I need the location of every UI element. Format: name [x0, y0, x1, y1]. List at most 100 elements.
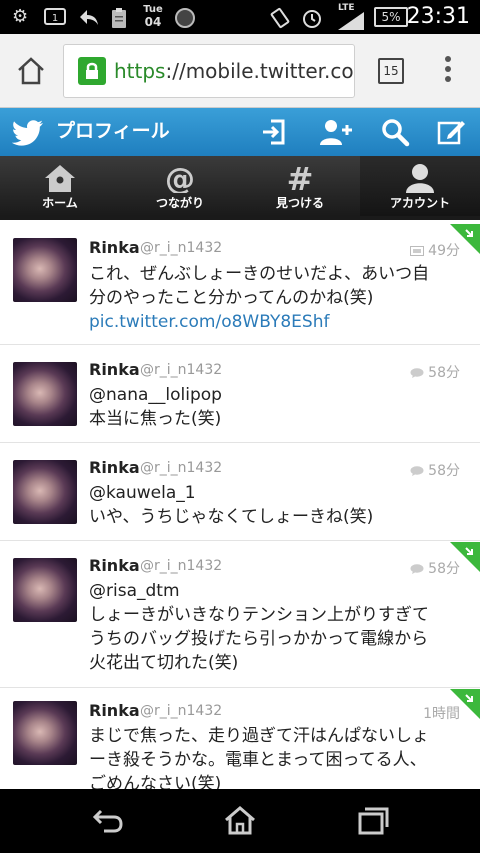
- home-icon[interactable]: [223, 805, 257, 835]
- alarm-clock-icon: [300, 7, 324, 34]
- person-icon: [406, 164, 434, 193]
- hash-icon: #: [287, 163, 314, 193]
- signal-icon: [336, 12, 366, 35]
- tweet-text: まじで焦った、走り過ぎて汗はんぱないしょ ーき殺そうかな。電車とまって困ってる人…: [89, 724, 467, 789]
- tab-connect-label: つながり: [155, 196, 204, 210]
- retweet-corner-icon: [450, 224, 480, 254]
- tweet-author-name[interactable]: Rinka: [89, 238, 140, 257]
- recent-apps-icon[interactable]: [356, 805, 390, 835]
- compose-tweet-icon[interactable]: [436, 117, 466, 147]
- tweet-author-name[interactable]: Rinka: [89, 701, 140, 720]
- url-path: ://mobile.twitter.com/r: [165, 59, 354, 83]
- tab-discover-label: 見つける: [275, 196, 324, 210]
- reply-bubble-icon: [410, 466, 424, 476]
- photo-icon: [410, 246, 425, 256]
- avatar[interactable]: [13, 558, 77, 622]
- tweet-item[interactable]: Rinka @r_i_n1432 49分 これ、ぜんぶしょーきのせいだよ、あいつ…: [0, 220, 480, 345]
- notification-badge-icon: 1: [44, 7, 66, 32]
- main-nav: ホーム @ つながり # 見つける アカウント: [0, 156, 480, 216]
- calendar-day: Tue 04: [142, 4, 164, 28]
- avatar[interactable]: [13, 362, 77, 426]
- browser-home-icon[interactable]: [16, 56, 46, 86]
- tweet-link[interactable]: pic.twitter.com/o8WBY8EShf: [89, 310, 467, 334]
- status-bar: ⚙ 1 Tue 04 LTE 5% 23:31: [0, 0, 480, 34]
- tweet-item[interactable]: Rinka @r_i_n1432 58分 @risa_dtm しょーきがいきなり…: [0, 542, 480, 688]
- lock-icon: [78, 57, 106, 85]
- tweet-text: @nana__lolipop 本当に焦った(笑): [89, 383, 467, 431]
- add-user-icon[interactable]: [318, 117, 354, 147]
- tab-account-label: アカウント: [389, 196, 450, 210]
- tab-account[interactable]: アカウント: [360, 156, 480, 216]
- tweet-author-handle[interactable]: @r_i_n1432: [140, 703, 222, 719]
- tweet-text: これ、ぜんぶしょーきのせいだよ、あいつ自 分のやったこと分かってんのかね(笑) …: [89, 262, 467, 334]
- url-text: https://mobile.twitter.com/r: [114, 59, 354, 83]
- tweet-line: しょーきがいきなりテンション上がりすぎて: [89, 605, 429, 625]
- avatar[interactable]: [13, 238, 77, 302]
- tweet-line: いや、うちじゃなくてしょーきね(笑): [89, 507, 374, 527]
- reply-arrow-icon: [78, 7, 100, 32]
- at-icon: @: [165, 163, 195, 193]
- overflow-menu-icon[interactable]: [441, 56, 455, 86]
- reply-bubble-icon: [410, 368, 424, 378]
- tweet-time-text: 58分: [428, 365, 460, 381]
- avatar[interactable]: [13, 460, 77, 524]
- clock: 23:31: [406, 4, 470, 29]
- svg-text:#: #: [287, 163, 314, 193]
- tweet-line: @kauwela_1: [89, 483, 196, 503]
- tweet-text: @kauwela_1 いや、うちじゃなくてしょーきね(笑): [89, 481, 467, 529]
- search-icon[interactable]: [380, 117, 410, 147]
- circle-status-icon: [174, 7, 196, 34]
- tweet-line: これ、ぜんぶしょーきのせいだよ、あいつ自: [89, 264, 430, 284]
- tweet-line: まじで焦った、走り過ぎて汗はんぱないしょ: [89, 726, 429, 746]
- tweet-item[interactable]: Rinka @r_i_n1432 58分 @nana__lolipop 本当に焦…: [0, 346, 480, 443]
- tweet-item[interactable]: Rinka @r_i_n1432 1時間 まじで焦った、走り過ぎて汗はんぱないし…: [0, 689, 480, 789]
- vibrate-icon: [268, 7, 292, 34]
- tweet-time: 58分: [410, 362, 460, 382]
- avatar[interactable]: [13, 701, 77, 765]
- tweet-author-name[interactable]: Rinka: [89, 458, 140, 477]
- tab-discover[interactable]: # 見つける: [240, 156, 360, 216]
- twitter-bird-icon: [12, 120, 43, 146]
- url-scheme: https: [114, 59, 166, 83]
- tweet-author-handle[interactable]: @r_i_n1432: [140, 240, 222, 256]
- tweet-line: ごめんなさい(笑): [89, 774, 222, 789]
- tab-count-button[interactable]: 15: [378, 58, 404, 84]
- tweet-line: @risa_dtm: [89, 581, 180, 601]
- retweet-corner-icon: [450, 689, 480, 719]
- page-title: プロフィール: [56, 120, 170, 142]
- tweet-time-text: 58分: [428, 463, 460, 479]
- sign-in-icon[interactable]: [259, 117, 289, 147]
- url-bar[interactable]: https://mobile.twitter.com/r: [63, 44, 355, 98]
- tab-home-label: ホーム: [42, 196, 78, 210]
- tweet-author-handle[interactable]: @r_i_n1432: [140, 362, 222, 378]
- tweet-author-handle[interactable]: @r_i_n1432: [140, 460, 222, 476]
- back-icon[interactable]: [90, 805, 124, 835]
- tweet-author-name[interactable]: Rinka: [89, 556, 140, 575]
- tweet-line: 分のやったこと分かってんのかね(笑): [89, 288, 374, 308]
- tweet-author-name[interactable]: Rinka: [89, 360, 140, 379]
- svg-text:1: 1: [52, 13, 58, 24]
- day-number: 04: [144, 15, 162, 29]
- tweet-time: 58分: [410, 460, 460, 480]
- home-icon: [45, 165, 75, 192]
- clipboard-icon: [110, 7, 128, 34]
- settings-gear-icon: ⚙: [12, 6, 29, 27]
- reply-bubble-icon: [410, 564, 424, 574]
- twitter-header: プロフィール: [0, 108, 480, 156]
- android-nav-bar: [0, 789, 480, 853]
- retweet-corner-icon: [450, 542, 480, 572]
- tweet-timeline[interactable]: Rinka @r_i_n1432 49分 これ、ぜんぶしょーきのせいだよ、あいつ…: [0, 216, 480, 789]
- tweet-item[interactable]: Rinka @r_i_n1432 58分 @kauwela_1 いや、うちじゃな…: [0, 444, 480, 541]
- tweet-line: うちのバッグ投げたら引っかかって電線から: [89, 629, 429, 649]
- tweet-line: @nana__lolipop: [89, 385, 222, 405]
- browser-toolbar: https://mobile.twitter.com/r 15: [0, 34, 480, 108]
- battery-indicator: 5%: [374, 7, 408, 27]
- svg-text:@: @: [165, 163, 195, 193]
- tweet-line: 本当に焦った(笑): [89, 409, 222, 429]
- tab-home[interactable]: ホーム: [0, 156, 120, 216]
- tweet-author-handle[interactable]: @r_i_n1432: [140, 558, 222, 574]
- tweet-text: @risa_dtm しょーきがいきなりテンション上がりすぎて うちのバッグ投げた…: [89, 579, 467, 675]
- tweet-line: ーき殺そうかな。電車とまって困ってる人、: [89, 750, 427, 770]
- tweet-line: 火花出て切れた(笑): [89, 653, 239, 673]
- tab-connect[interactable]: @ つながり: [120, 156, 240, 216]
